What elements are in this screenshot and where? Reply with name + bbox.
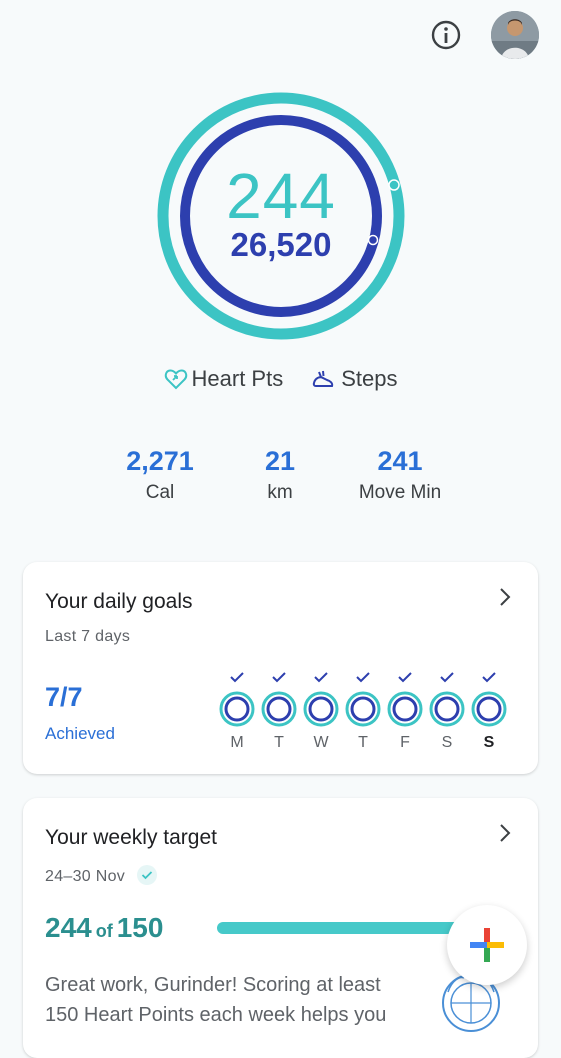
day-label: M [230,734,244,751]
daily-goals-subtitle: Last 7 days [45,628,131,645]
day-label: F [400,734,410,751]
weekly-score-of: of [95,921,113,941]
stat-calories[interactable]: 2,271 Cal [90,444,230,504]
top-bar [0,0,561,70]
weekly-score-value: 244 [45,912,92,943]
stat-value: 241 [377,446,423,476]
check-icon [356,672,370,683]
legend-steps-label: Steps [341,366,398,391]
legend-steps: Steps [311,366,397,392]
check-icon [314,672,328,683]
goals-achieved-count: 7/7 [45,682,83,712]
add-plus-icon [470,928,504,962]
stat-value: 2,271 [126,446,194,476]
day-label: W [313,734,329,751]
day-indicator-today[interactable]: S [471,668,507,752]
weekly-message: Great work, Gurinder! Scoring at least 1… [45,974,387,1026]
stat-distance[interactable]: 21 km [210,444,350,504]
ring-values: 244 26,520 [153,160,409,262]
steps-value: 26,520 [230,226,332,263]
weekly-target-value: 150 [116,912,164,943]
stat-label: km [267,482,293,503]
day-ring [219,691,255,727]
day-ring [345,691,381,727]
heart-points-icon [164,369,187,390]
check-icon [398,672,412,683]
chevron-right-icon[interactable] [498,822,512,844]
daily-goals-title: Your daily goals [45,590,193,613]
day-label: T [358,734,368,751]
weekly-progress-bar [217,922,467,934]
day-indicator[interactable]: S [429,668,465,752]
heart-points-value: 244 [226,160,336,232]
weekly-target-title: Your weekly target [45,826,217,849]
day-indicator[interactable]: F [387,668,423,752]
day-indicator[interactable]: W [303,668,339,752]
stat-label: Move Min [358,482,442,503]
day-ring [261,691,297,727]
ring-legend: Heart Pts Steps [0,366,561,392]
add-button[interactable] [447,905,527,985]
check-icon [482,672,496,683]
weekly-date-text: 24–30 Nov [45,868,126,885]
steps-icon [313,370,334,387]
check-icon [272,672,286,683]
stat-label: Cal [145,482,175,503]
legend-heart-points: Heart Pts [164,366,284,392]
day-label: S [441,734,453,751]
goals-achieved-label: Achieved [45,724,115,743]
day-ring [429,691,465,727]
chevron-right-icon[interactable] [498,586,512,608]
day-label: S [483,734,495,751]
day-indicator[interactable]: M [219,668,255,752]
daily-goals-card[interactable]: Your daily goals Last 7 days 7/7 Achieve… [23,562,538,774]
day-indicator[interactable]: T [261,668,297,752]
profile-avatar[interactable] [491,11,539,59]
stat-move-minutes[interactable]: 241 Move Min [330,444,470,504]
check-icon [136,865,157,885]
weekly-date-range: 24–30 Nov [45,864,158,886]
day-label: T [274,734,284,751]
weekly-score: 244 of 150 [45,912,163,944]
stat-value: 21 [264,446,296,476]
day-ring [471,691,507,727]
day-ring [387,691,423,727]
legend-heart-label: Heart Pts [191,366,284,391]
day-ring [303,691,339,727]
day-indicator[interactable]: T [345,668,381,752]
info-icon[interactable] [430,19,462,51]
check-icon [230,672,244,683]
check-icon [440,672,454,683]
